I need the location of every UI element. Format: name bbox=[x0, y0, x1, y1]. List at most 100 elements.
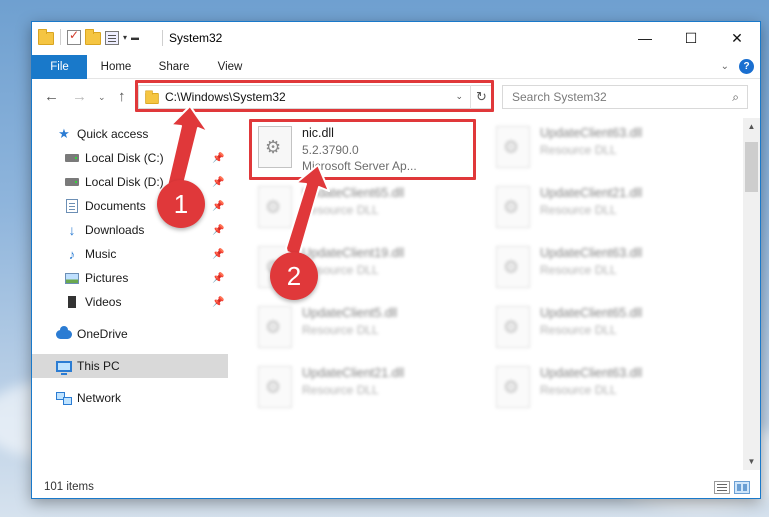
quick-access-toolbar: ▾ ▬ bbox=[38, 28, 139, 45]
title-bar: ▾ ▬ System32 — ☐ ✕ bbox=[32, 22, 760, 54]
sidebar-item-downloads[interactable]: ↓ Downloads 📌 bbox=[32, 218, 228, 242]
file-name: UpdateClient21.dll bbox=[540, 186, 643, 200]
recent-locations-icon[interactable]: ⌄ bbox=[98, 92, 106, 103]
caption-buttons: — ☐ ✕ bbox=[622, 22, 760, 54]
dll-file-icon bbox=[258, 186, 292, 228]
search-icon[interactable]: ⌕ bbox=[732, 90, 739, 105]
sidebar-item-music[interactable]: ♪ Music 📌 bbox=[32, 242, 228, 266]
dll-file-icon bbox=[496, 246, 530, 288]
view-buttons bbox=[714, 481, 750, 494]
sidebar-item-videos[interactable]: Videos 📌 bbox=[32, 290, 228, 314]
file-description: Resource DLL bbox=[540, 263, 617, 277]
customize-qat-icon[interactable]: ▬ bbox=[131, 33, 139, 42]
network-icon bbox=[56, 392, 72, 405]
file-item[interactable]: UpdateClient63.dll Resource DLL bbox=[492, 122, 717, 178]
file-description: Resource DLL bbox=[302, 203, 379, 217]
address-highlight-box bbox=[135, 80, 494, 112]
status-bar: 101 items bbox=[32, 477, 760, 499]
file-item[interactable]: UpdateClient65.dll Resource DLL bbox=[254, 182, 479, 238]
properties-check-icon[interactable] bbox=[67, 28, 81, 45]
pin-icon[interactable]: 📌 bbox=[212, 153, 224, 164]
file-name: UpdateClient63.dll bbox=[540, 126, 643, 140]
file-item[interactable]: UpdateClient21.dll Resource DLL bbox=[492, 182, 717, 238]
pin-icon[interactable]: 📌 bbox=[212, 273, 224, 284]
star-icon: ★ bbox=[58, 126, 70, 141]
help-icon[interactable]: ? bbox=[739, 59, 754, 74]
file-name: UpdateClient65.dll bbox=[540, 306, 643, 320]
file-description: Resource DLL bbox=[540, 143, 617, 157]
sidebar-item-local-disk-c[interactable]: Local Disk (C:) 📌 bbox=[32, 146, 228, 170]
sidebar-item-label: Network bbox=[77, 391, 122, 405]
search-box[interactable]: ⌕ bbox=[502, 85, 748, 109]
file-item[interactable]: UpdateClient65.dll Resource DLL bbox=[492, 302, 717, 358]
ribbon-tabs: File Home Share View ⌄ ? bbox=[32, 55, 760, 79]
sidebar-item-label: Videos bbox=[85, 295, 122, 309]
file-description: Resource DLL bbox=[302, 323, 379, 337]
pictures-icon bbox=[65, 272, 79, 284]
sidebar-item-pictures[interactable]: Pictures 📌 bbox=[32, 266, 228, 290]
file-description: Resource DLL bbox=[302, 383, 379, 397]
ribbon-right-controls: ⌄ ? bbox=[721, 59, 754, 74]
computer-icon bbox=[56, 360, 72, 375]
file-item[interactable]: UpdateClient5.dll Resource DLL bbox=[254, 302, 479, 358]
file-item[interactable]: UpdateClient63.dll Resource DLL bbox=[492, 362, 717, 418]
sidebar-item-label: This PC bbox=[77, 359, 120, 373]
tab-home[interactable]: Home bbox=[94, 55, 138, 79]
qat-dropdown-icon[interactable]: ▾ bbox=[123, 33, 127, 42]
properties-icon[interactable] bbox=[105, 30, 119, 45]
up-arrow-icon[interactable]: ↑ bbox=[118, 88, 126, 105]
music-icon: ♪ bbox=[68, 246, 76, 262]
cloud-icon bbox=[56, 325, 72, 339]
details-view-icon[interactable] bbox=[714, 481, 730, 494]
documents-icon bbox=[66, 199, 78, 213]
sidebar-item-network[interactable]: Network bbox=[32, 386, 228, 410]
file-description: Resource DLL bbox=[540, 383, 617, 397]
folder-icon bbox=[38, 28, 54, 45]
sidebar-item-label: Downloads bbox=[85, 223, 145, 237]
expand-ribbon-icon[interactable]: ⌄ bbox=[721, 61, 729, 72]
close-button[interactable]: ✕ bbox=[714, 22, 760, 54]
toolbar-separator bbox=[60, 29, 61, 45]
pin-icon[interactable]: 📌 bbox=[212, 225, 224, 236]
minimize-button[interactable]: — bbox=[622, 22, 668, 54]
forward-arrow-icon[interactable]: → bbox=[72, 88, 87, 105]
pin-icon[interactable]: 📌 bbox=[212, 297, 224, 308]
dll-file-icon bbox=[258, 306, 292, 348]
file-description: Resource DLL bbox=[540, 323, 617, 337]
file-name: UpdateClient63.dll bbox=[540, 246, 643, 260]
maximize-button[interactable]: ☐ bbox=[668, 22, 714, 54]
item-count: 101 items bbox=[44, 481, 94, 493]
sidebar-item-onedrive[interactable]: OneDrive bbox=[32, 322, 228, 346]
disk-icon bbox=[65, 178, 79, 186]
tab-view[interactable]: View bbox=[212, 55, 248, 79]
file-name: UpdateClient19.dll bbox=[302, 246, 405, 260]
pin-icon[interactable]: 📌 bbox=[212, 249, 224, 260]
file-item[interactable]: UpdateClient63.dll Resource DLL bbox=[492, 242, 717, 298]
file-item[interactable]: UpdateClient21.dll Resource DLL bbox=[254, 362, 479, 418]
title-separator bbox=[162, 30, 163, 46]
search-input[interactable] bbox=[503, 86, 713, 108]
vertical-scrollbar[interactable]: ▲ ▼ bbox=[743, 118, 760, 470]
sidebar-item-label: OneDrive bbox=[77, 327, 128, 341]
file-name: UpdateClient65.dll bbox=[302, 186, 405, 200]
sidebar-item-label: Documents bbox=[85, 199, 146, 213]
download-icon: ↓ bbox=[68, 222, 76, 238]
scrollbar-thumb[interactable] bbox=[745, 142, 758, 192]
back-arrow-icon[interactable]: ← bbox=[44, 88, 59, 105]
scroll-up-icon[interactable]: ▲ bbox=[743, 122, 760, 131]
pin-icon[interactable]: 📌 bbox=[212, 201, 224, 212]
tab-share[interactable]: Share bbox=[154, 55, 194, 79]
sidebar-item-label: Local Disk (C:) bbox=[85, 151, 164, 165]
callout-badge-2: 2 bbox=[270, 252, 318, 300]
new-folder-icon[interactable] bbox=[85, 28, 101, 45]
tiles-view-icon[interactable] bbox=[734, 481, 750, 494]
file-highlight-box bbox=[249, 119, 476, 180]
sidebar-item-this-pc[interactable]: This PC bbox=[32, 354, 228, 378]
pin-icon[interactable]: 📌 bbox=[212, 177, 224, 188]
sidebar-item-quick-access[interactable]: ★ Quick access bbox=[32, 122, 228, 146]
scroll-down-icon[interactable]: ▼ bbox=[743, 457, 760, 466]
dll-file-icon bbox=[496, 366, 530, 408]
tab-file[interactable]: File bbox=[32, 55, 87, 79]
file-description: Resource DLL bbox=[540, 203, 617, 217]
dll-file-icon bbox=[496, 306, 530, 348]
